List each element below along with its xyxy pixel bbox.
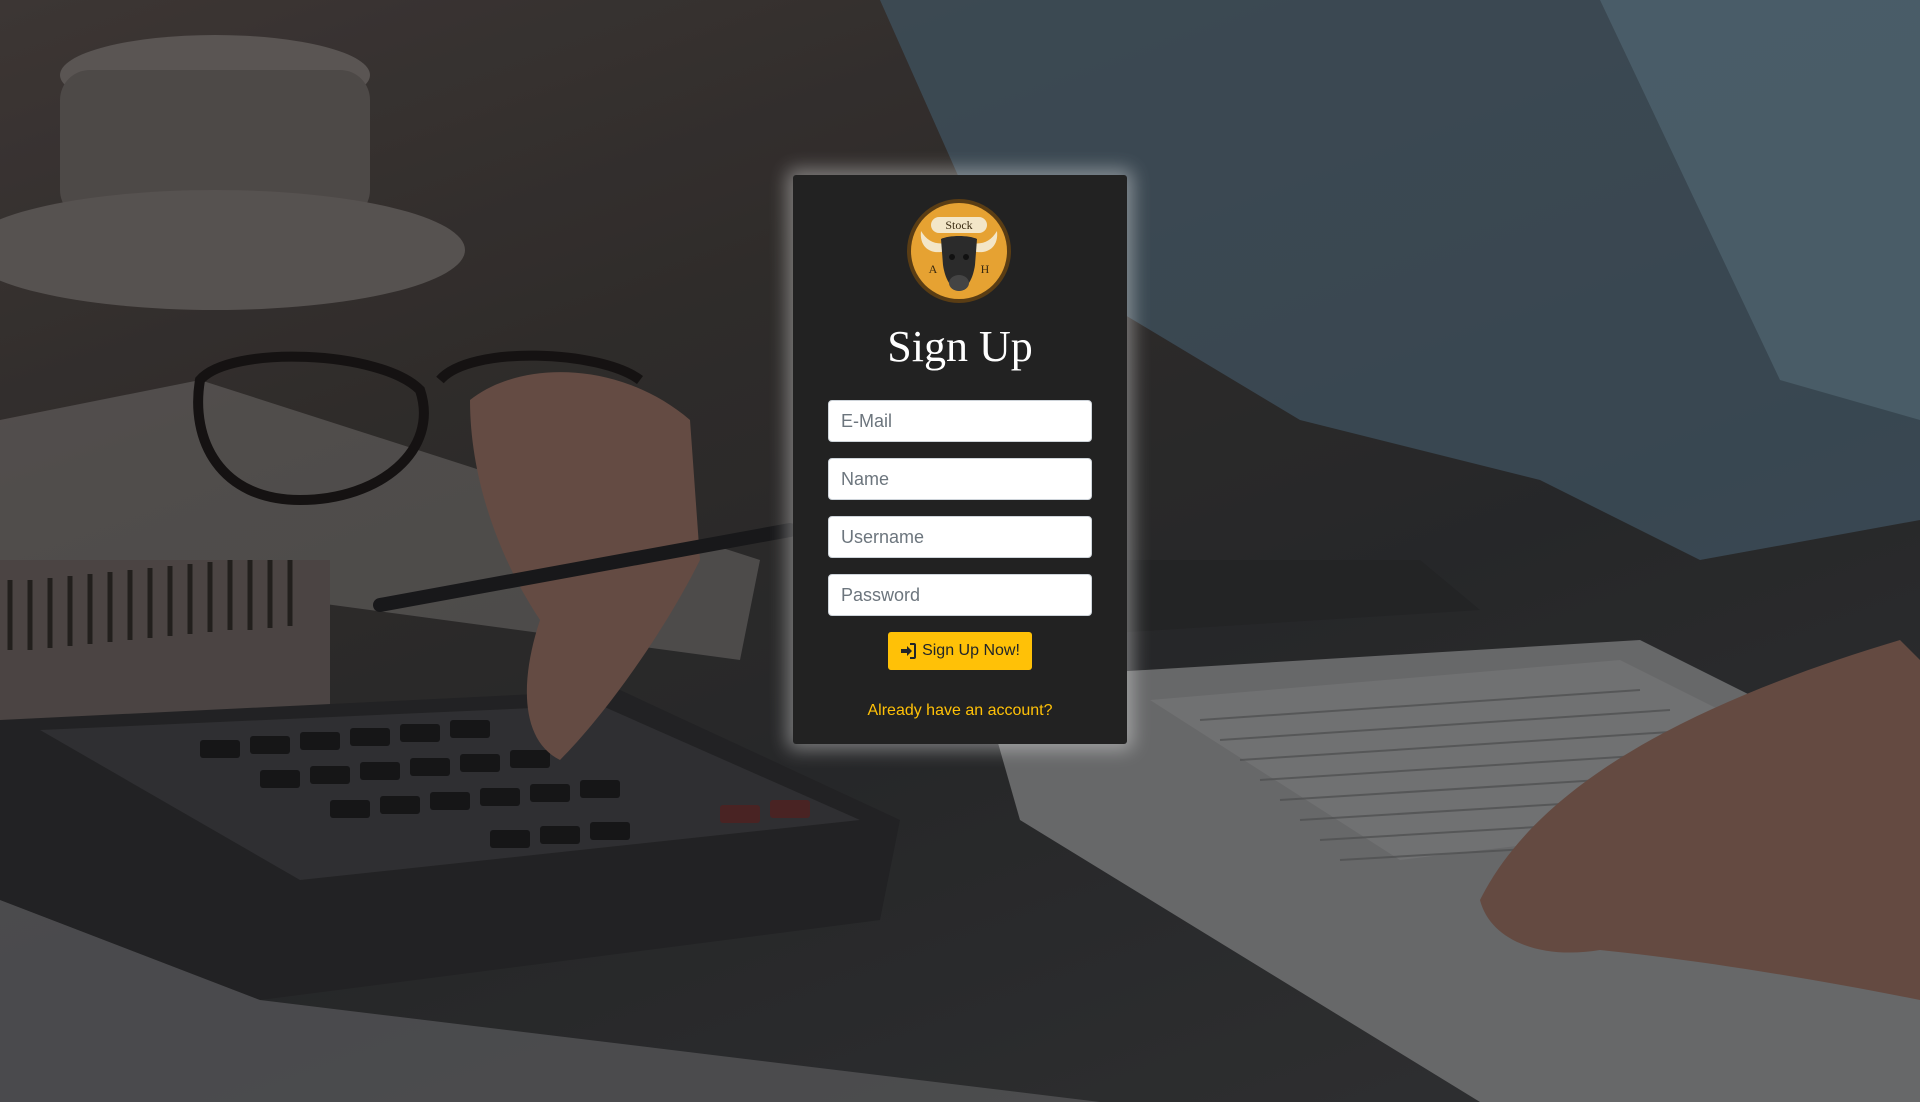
login-link[interactable]: Already have an account? xyxy=(793,702,1127,720)
bull-logo-icon: Stock A H xyxy=(905,197,1013,305)
signup-submit-button[interactable]: Sign Up Now! xyxy=(888,632,1032,670)
name-field[interactable] xyxy=(828,458,1092,500)
logo-text-left: A xyxy=(929,262,938,276)
email-field[interactable] xyxy=(828,400,1092,442)
sign-in-icon xyxy=(900,643,917,659)
signup-card: Stock A H Sign Up Sign Up Now! Already h… xyxy=(793,175,1127,744)
logo-text-right: H xyxy=(981,262,990,276)
password-field[interactable] xyxy=(828,574,1092,616)
page-title: Sign Up xyxy=(887,322,1033,371)
logo-text-top: Stock xyxy=(945,218,972,232)
signup-submit-label: Sign Up Now! xyxy=(922,642,1020,659)
username-field[interactable] xyxy=(828,516,1092,558)
